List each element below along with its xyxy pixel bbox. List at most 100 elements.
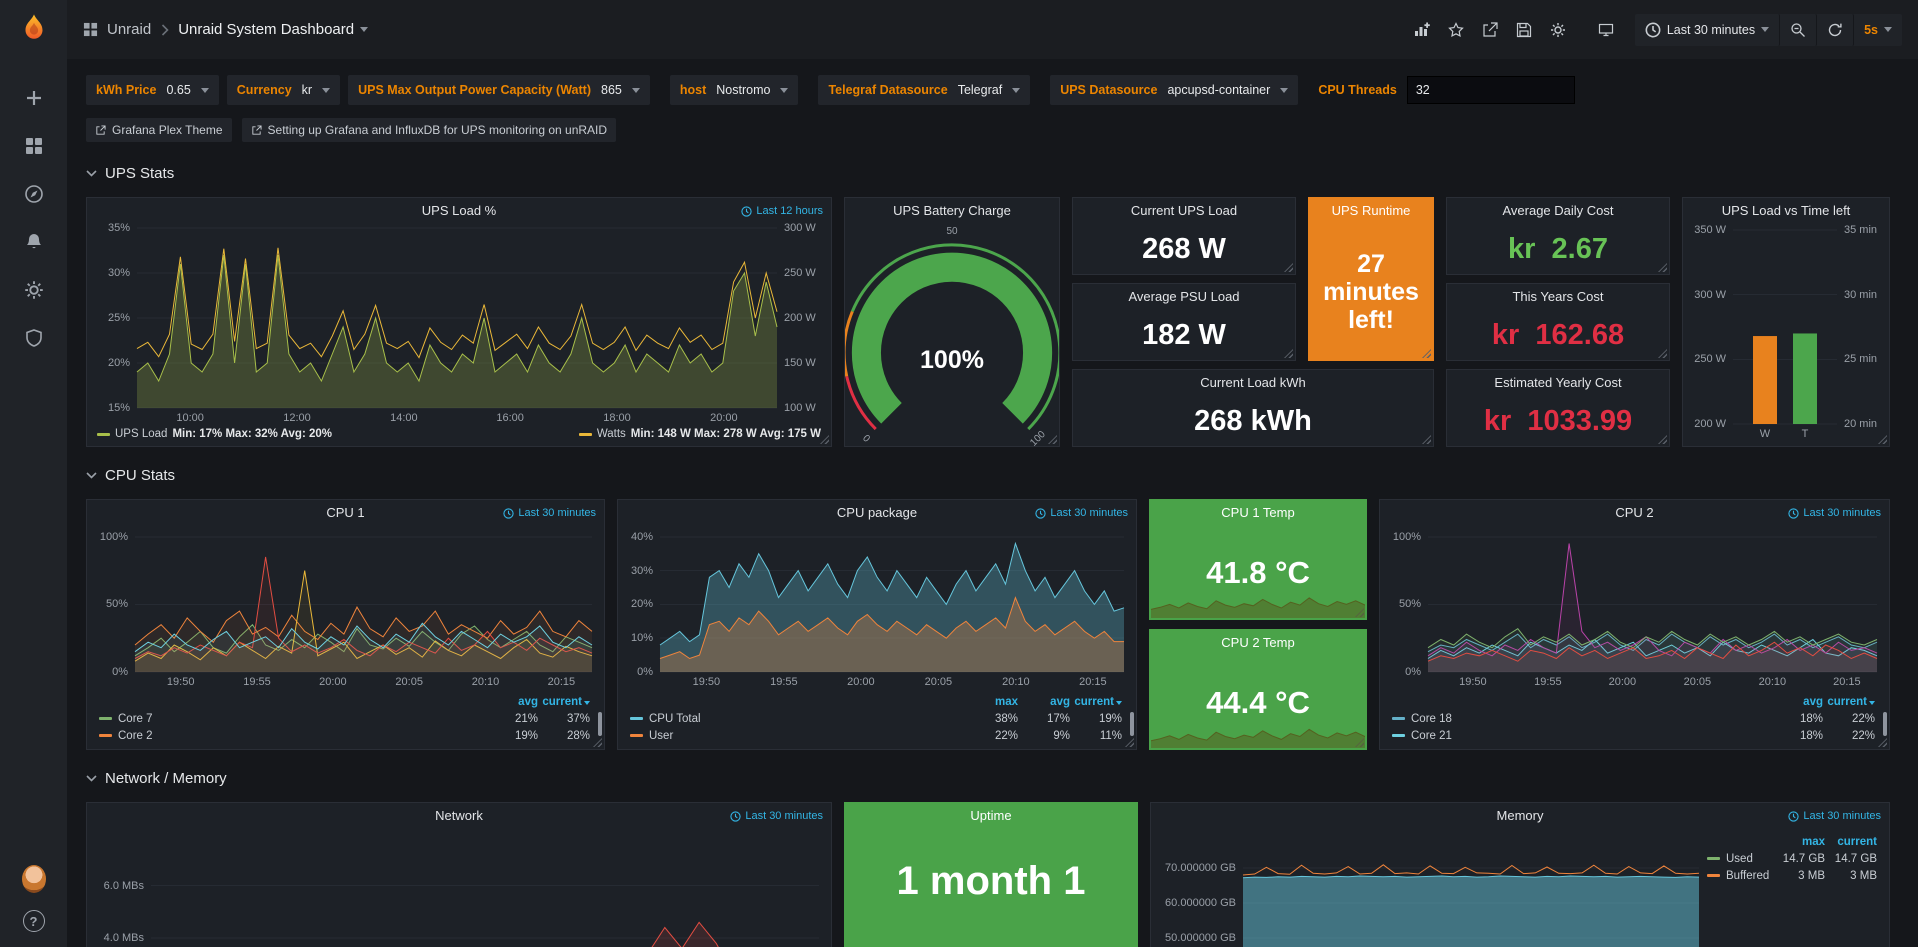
- variable-currency[interactable]: Currencykr: [227, 75, 340, 105]
- configuration-gear-icon[interactable]: [22, 278, 46, 302]
- series-name[interactable]: Used: [1707, 853, 1773, 865]
- series-color-dash: [99, 734, 112, 737]
- panel-title[interactable]: This Years Cost: [1512, 289, 1603, 304]
- alerting-bell-icon[interactable]: [22, 230, 46, 254]
- panel-header: This Years Cost: [1447, 284, 1669, 310]
- row-header-cpu-stats[interactable]: CPU Stats: [86, 459, 1890, 491]
- panel-title[interactable]: UPS Runtime: [1332, 203, 1411, 218]
- memory-chart[interactable]: 70.000000 GB60.000000 GB50.000000 GB: [1243, 833, 1699, 947]
- panel-resize-handle[interactable]: [1878, 435, 1887, 444]
- legend-sort-max[interactable]: max: [1773, 836, 1825, 848]
- series-name[interactable]: Core 18: [1392, 713, 1771, 725]
- row-header-ups-stats[interactable]: UPS Stats: [86, 157, 1890, 189]
- row-header-network-memory[interactable]: Network / Memory: [86, 762, 1890, 794]
- series-name[interactable]: UPS Load: [115, 428, 167, 440]
- star-button[interactable]: [1441, 16, 1471, 44]
- series-name[interactable]: CPU Total: [630, 713, 966, 725]
- series-name[interactable]: Watts: [597, 428, 626, 440]
- dashboard-settings-button[interactable]: [1543, 16, 1573, 44]
- panel-header: CPU package Last 30 minutes: [618, 500, 1136, 526]
- save-button[interactable]: [1509, 16, 1539, 44]
- x-axis-tick: 20:10: [1002, 676, 1030, 688]
- y-axis-tick: 30%: [631, 565, 653, 577]
- variable-label: kWh Price: [96, 83, 156, 97]
- panel-title[interactable]: UPS Battery Charge: [893, 203, 1011, 218]
- dashboard-link[interactable]: Grafana Plex Theme: [86, 118, 232, 142]
- panel-title[interactable]: Current Load kWh: [1200, 375, 1306, 390]
- variable-ups-max-output[interactable]: UPS Max Output Power Capacity (Watt)865: [348, 75, 650, 105]
- series-name[interactable]: Core 21: [1392, 730, 1771, 742]
- panel-title[interactable]: Average Daily Cost: [1502, 203, 1613, 218]
- cpu-threads-input[interactable]: [1407, 76, 1575, 104]
- panel-title[interactable]: Estimated Yearly Cost: [1494, 375, 1621, 390]
- create-plus-icon[interactable]: [22, 86, 46, 110]
- tv-mode-button[interactable]: [1591, 16, 1621, 44]
- legend-header: maxcurrent: [1707, 833, 1877, 850]
- legend-value: 14.7 GB: [1825, 853, 1877, 865]
- variable-ups-datasource[interactable]: UPS Datasourceapcupsd-container: [1050, 75, 1298, 105]
- series-name[interactable]: Core 7: [99, 713, 486, 725]
- legend-scrollbar[interactable]: [1130, 712, 1134, 736]
- legend-value: 21%: [486, 713, 538, 725]
- gauge-value: 100%: [845, 346, 1059, 375]
- legend-scrollbar[interactable]: [1883, 712, 1887, 736]
- legend-sort-label: current: [542, 696, 582, 708]
- series-name[interactable]: Core 2: [99, 730, 486, 742]
- variable-host[interactable]: hostNostromo: [670, 75, 799, 105]
- network-chart[interactable]: 6.0 MBs4.0 MBs2.0 MBs: [151, 833, 819, 947]
- legend-sort-max[interactable]: max: [966, 696, 1018, 708]
- series-stats: Min: 17% Max: 32% Avg: 20%: [172, 428, 332, 440]
- variable-telegraf-datasource[interactable]: Telegraf DatasourceTelegraf: [818, 75, 1030, 105]
- panel-title[interactable]: Memory: [1497, 808, 1544, 823]
- panel-title[interactable]: CPU 1: [326, 505, 364, 520]
- panel-title[interactable]: CPU 2 Temp: [1221, 635, 1294, 650]
- server-admin-shield-icon[interactable]: [22, 326, 46, 350]
- panel-title[interactable]: UPS Load vs Time left: [1722, 203, 1851, 218]
- cpu2-chart[interactable]: 100%50%0%19:5019:5520:0020:0520:1020:15: [1428, 530, 1877, 672]
- add-panel-button[interactable]: [1407, 16, 1437, 44]
- user-avatar[interactable]: [22, 867, 46, 891]
- link-text: Setting up Grafana and InfluxDB for UPS …: [268, 123, 608, 137]
- panel-title[interactable]: Network: [435, 808, 483, 823]
- panel-title[interactable]: Current UPS Load: [1131, 203, 1237, 218]
- cpu-package-chart[interactable]: 40%30%20%10%0%19:5019:5520:0020:0520:102…: [660, 530, 1124, 672]
- cpu1-chart[interactable]: 100%50%0%19:5019:5520:0020:0520:1020:15: [135, 530, 592, 672]
- legend-sort-current[interactable]: current: [1825, 836, 1877, 848]
- legend-sort-current[interactable]: current: [538, 696, 590, 708]
- dashboard-picker-grid-icon[interactable]: [83, 22, 98, 37]
- refresh-interval-select[interactable]: 5s: [1854, 15, 1902, 45]
- panel-header: Network Last 30 minutes: [87, 803, 831, 829]
- legend-item[interactable]: UPS Load Min: 17% Max: 32% Avg: 20%: [97, 428, 332, 440]
- refresh-button[interactable]: [1817, 14, 1854, 46]
- share-button[interactable]: [1475, 16, 1505, 44]
- panel-title[interactable]: Uptime: [970, 808, 1011, 823]
- legend-scrollbar[interactable]: [598, 712, 602, 736]
- help-icon[interactable]: ?: [22, 909, 46, 933]
- breadcrumb-app[interactable]: Unraid: [107, 21, 151, 38]
- dashboard-link[interactable]: Setting up Grafana and InfluxDB for UPS …: [242, 118, 617, 142]
- legend-sort-avg[interactable]: avg: [486, 696, 538, 708]
- panel-title[interactable]: CPU package: [837, 505, 917, 520]
- legend-sort-avg[interactable]: avg: [1771, 696, 1823, 708]
- legend-sort-avg[interactable]: avg: [1018, 696, 1070, 708]
- gauge-chart: 02050100: [845, 224, 1059, 446]
- legend-item[interactable]: WattsMin: 148 W Max: 278 W Avg: 175 W: [579, 428, 821, 440]
- series-name[interactable]: User: [630, 730, 966, 742]
- variable-kwh-price[interactable]: kWh Price0.65: [86, 75, 219, 105]
- series-name[interactable]: Buffered: [1707, 870, 1773, 882]
- explore-compass-icon[interactable]: [22, 182, 46, 206]
- legend-sort-current[interactable]: current: [1823, 696, 1875, 708]
- panel-title[interactable]: CPU 1 Temp: [1221, 505, 1294, 520]
- panel-title[interactable]: CPU 2: [1615, 505, 1653, 520]
- panel-title[interactable]: UPS Load %: [422, 203, 496, 218]
- zoom-out-button[interactable]: [1780, 14, 1817, 46]
- legend-sort-current[interactable]: current: [1070, 696, 1122, 708]
- x-axis-tick: 16:00: [496, 412, 524, 424]
- dashboards-icon[interactable]: [22, 134, 46, 158]
- panel-title[interactable]: Average PSU Load: [1128, 289, 1239, 304]
- dashboard-title[interactable]: Unraid System Dashboard: [178, 21, 368, 38]
- time-range-picker[interactable]: Last 30 minutes: [1635, 14, 1780, 46]
- grafana-logo[interactable]: [17, 12, 51, 46]
- series-color-dash: [630, 734, 643, 737]
- ups-load-chart[interactable]: 35%30%25%20%15%300 W250 W200 W150 W100 W…: [137, 228, 777, 408]
